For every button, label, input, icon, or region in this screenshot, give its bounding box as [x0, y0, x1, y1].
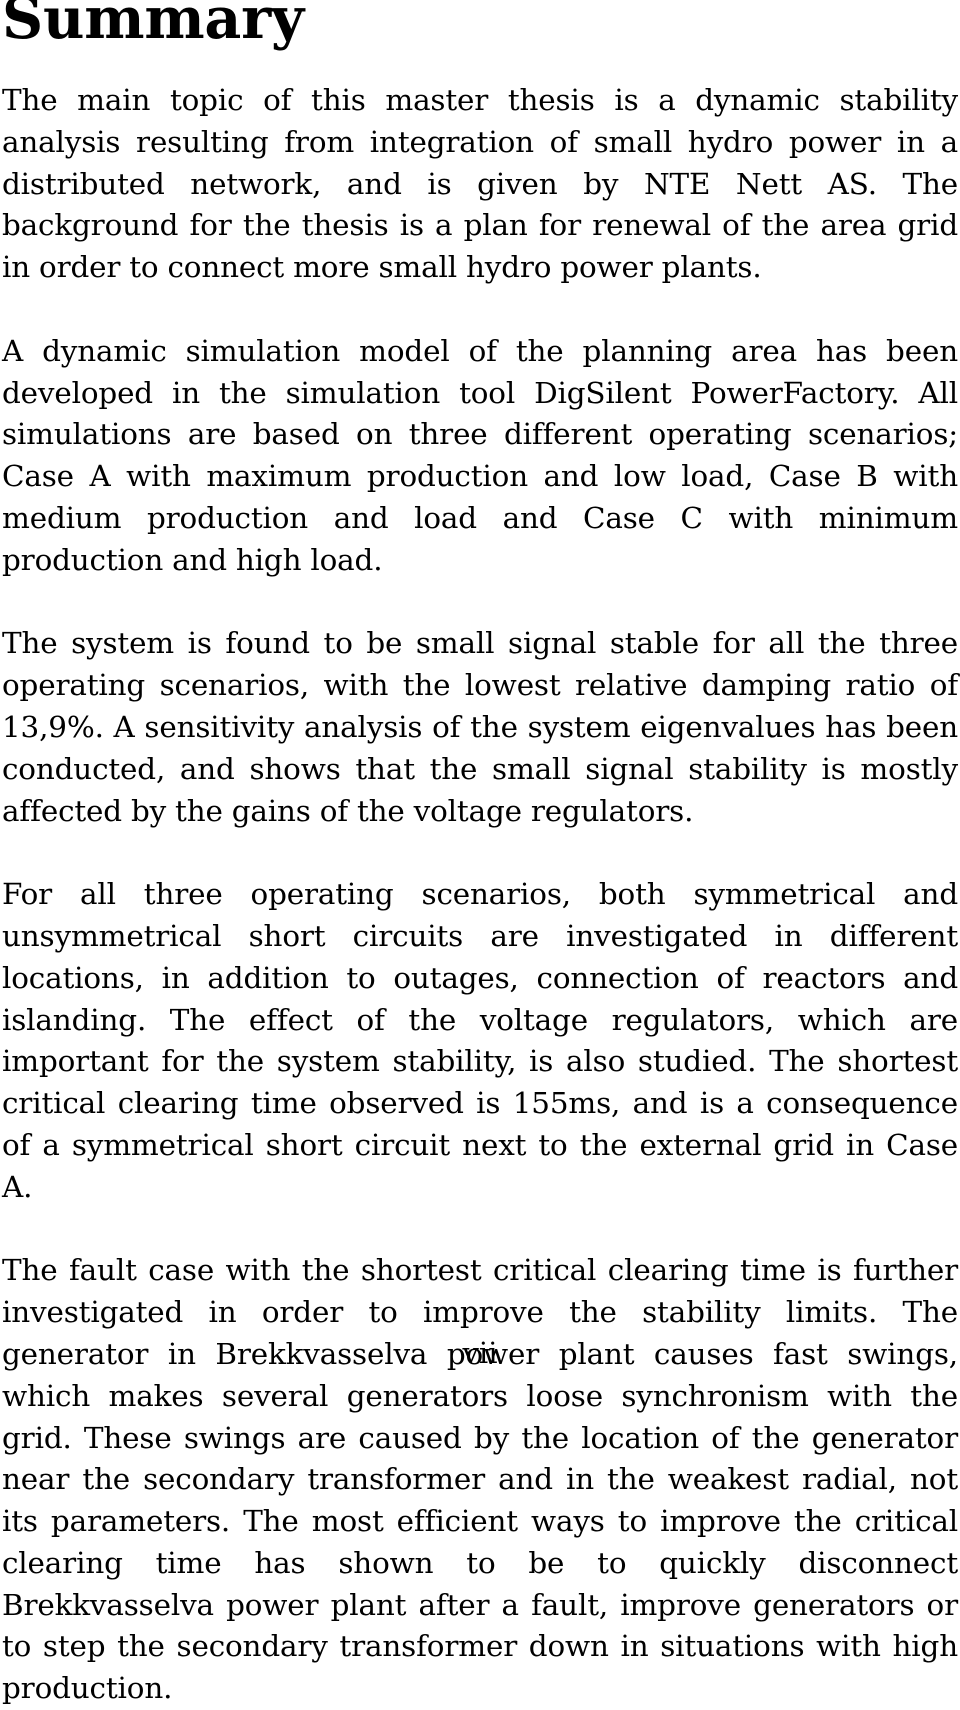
- summary-paragraph-1: The main topic of this master thesis is …: [2, 83, 958, 285]
- page-number: vii: [462, 1336, 498, 1370]
- document-page: Summary The main topic of this master th…: [0, 0, 960, 1705]
- summary-paragraph-3: The system is found to be small signal s…: [2, 626, 958, 828]
- page-title: Summary: [2, 0, 304, 52]
- summary-body: The main topic of this master thesis is …: [2, 80, 958, 1710]
- page-footer: vii: [0, 1336, 960, 1370]
- summary-paragraph-4: For all three operating scenarios, both …: [2, 877, 958, 1204]
- summary-paragraph-2: A dynamic simulation model of the planni…: [2, 333, 958, 577]
- page-content: Summary The main topic of this master th…: [2, 0, 958, 1710]
- summary-paragraph-5: The fault case with the shortest critica…: [2, 1253, 958, 1706]
